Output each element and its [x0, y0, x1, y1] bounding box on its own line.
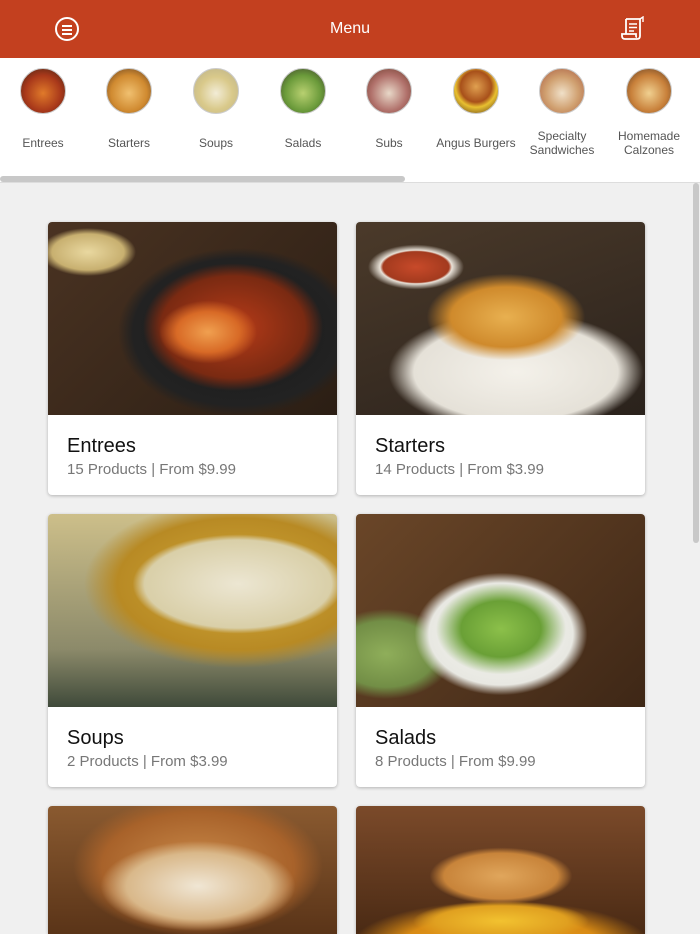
category-thumbnail	[539, 68, 585, 114]
salads-photo	[356, 514, 645, 707]
category-label: Specialty Sandwiches	[529, 129, 595, 157]
card-meta: 8 Products | From $9.99	[375, 753, 536, 770]
page-title: Menu	[329, 20, 371, 37]
category-label: Homemade Calzones	[617, 129, 681, 157]
category-thumbnail	[106, 68, 152, 114]
category-item-specialty-sandwiches[interactable]: Specialty Sandwiches	[519, 68, 605, 157]
category-item-starters[interactable]: Starters	[86, 68, 172, 150]
category-thumbnail	[20, 68, 66, 114]
category-label: Entrees	[22, 136, 64, 150]
category-card-starters[interactable]: Starters 14 Products | From $3.99	[356, 222, 645, 495]
soups-photo	[48, 514, 337, 707]
category-label: Salads	[284, 136, 322, 150]
category-thumbnail	[626, 68, 672, 114]
category-thumbnail	[453, 68, 499, 114]
app-header: Menu	[0, 0, 700, 58]
card-meta: 14 Products | From $3.99	[375, 461, 544, 478]
subs-photo	[48, 806, 337, 934]
horizontal-scrollbar[interactable]	[0, 176, 405, 182]
category-thumbnail	[280, 68, 326, 114]
receipt-icon[interactable]	[620, 16, 646, 42]
category-item-salads[interactable]: Salads	[260, 68, 346, 150]
card-meta: 15 Products | From $9.99	[67, 461, 236, 478]
category-thumbnail	[366, 68, 412, 114]
card-meta: 2 Products | From $3.99	[67, 753, 228, 770]
category-item-subs[interactable]: Subs	[346, 68, 432, 150]
category-label: Angus Burgers	[436, 136, 516, 150]
card-title: Soups	[67, 727, 124, 749]
vertical-scrollbar[interactable]	[693, 183, 699, 543]
category-label: Soups	[198, 136, 234, 150]
entrees-photo	[48, 222, 337, 415]
category-card-subs[interactable]	[48, 806, 337, 934]
category-thumbnail	[193, 68, 239, 114]
card-title: Starters	[375, 435, 446, 457]
category-card-soups[interactable]: Soups 2 Products | From $3.99	[48, 514, 337, 787]
category-card-salads[interactable]: Salads 8 Products | From $9.99	[356, 514, 645, 787]
category-card-angus-burgers[interactable]	[356, 806, 645, 934]
card-title: Entrees	[67, 435, 136, 457]
category-label: Starters	[107, 136, 150, 150]
card-title: Salads	[375, 727, 437, 749]
burger-photo	[356, 806, 645, 934]
category-item-soups[interactable]: Soups	[173, 68, 259, 150]
category-item-entrees[interactable]: Entrees	[0, 68, 86, 150]
category-strip: Entrees Starters Soups Salads Subs Angus…	[0, 58, 700, 183]
category-item-homemade-calzones[interactable]: Homemade Calzones	[606, 68, 692, 157]
category-label: Subs	[375, 136, 403, 150]
starters-photo	[356, 222, 645, 415]
category-card-entrees[interactable]: Entrees 15 Products | From $9.99	[48, 222, 337, 495]
category-item-angus-burgers[interactable]: Angus Burgers	[433, 68, 519, 150]
